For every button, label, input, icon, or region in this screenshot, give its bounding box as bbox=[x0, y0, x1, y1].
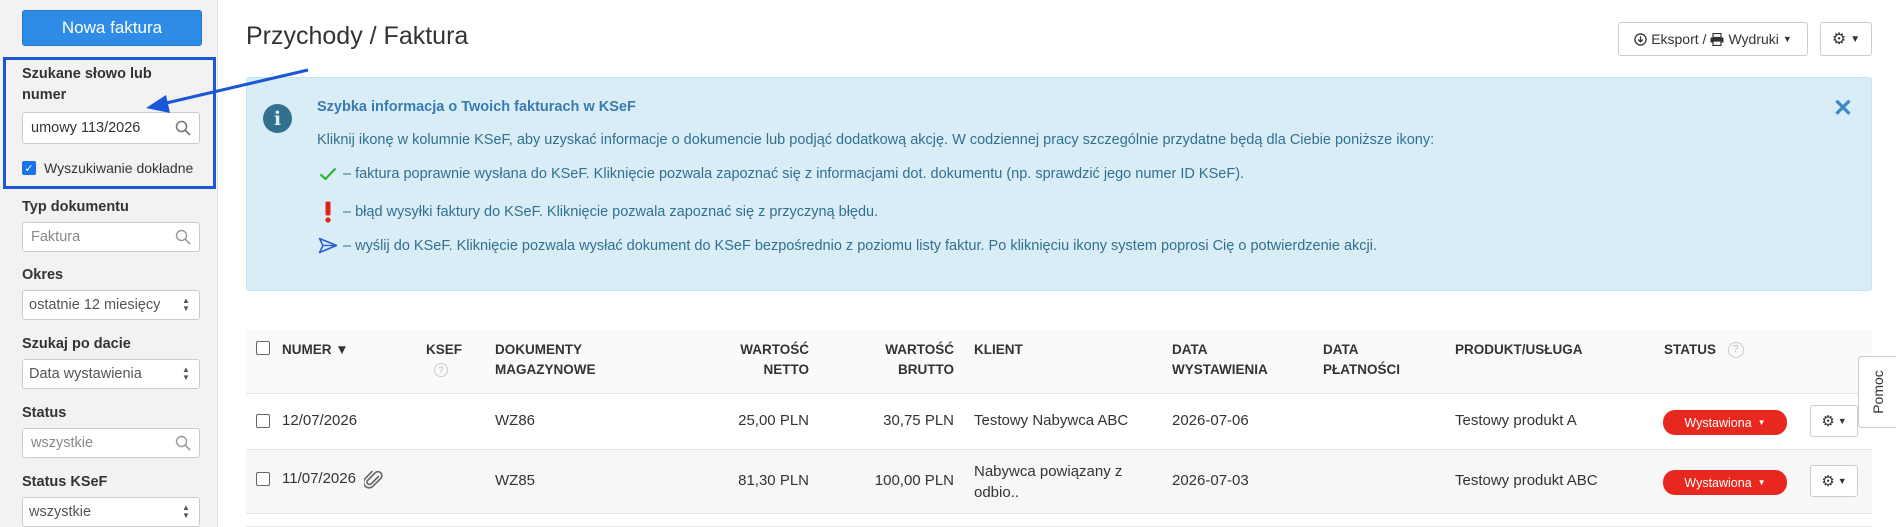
caret-down-icon: ▼ bbox=[1757, 478, 1766, 487]
date-search-label: Szukaj po dacie bbox=[22, 336, 131, 352]
column-ksef: KSEF ? bbox=[426, 342, 463, 378]
info-line-error: – błąd wysyłki faktury do KSeF. Kliknięc… bbox=[317, 201, 878, 223]
doc-type-label: Typ dokumentu bbox=[22, 199, 129, 215]
cell-brutto: 100,00 PLN bbox=[874, 472, 954, 489]
row-actions-button[interactable]: ⚙ ▼ bbox=[1810, 405, 1858, 437]
table-row[interactable]: 12/07/2026 WZ86 25,00 PLN 30,75 PLN Test… bbox=[246, 394, 1872, 450]
period-select[interactable]: ostatnie 12 miesięcy ▲ ▼ bbox=[22, 290, 200, 320]
date-search-select[interactable]: Data wystawienia ▲ ▼ bbox=[22, 359, 200, 389]
table-header: NUMER ▼ KSEF ? DOKUMENTY MAGAZYNOWE WARTO… bbox=[246, 330, 1872, 394]
status-label: Status bbox=[22, 405, 67, 421]
status-dropdown-button[interactable]: Wystawiona ▼ bbox=[1663, 470, 1787, 495]
column-dokumenty: DOKUMENTY MAGAZYNOWE bbox=[495, 342, 596, 377]
cell-dokumenty[interactable]: WZ85 bbox=[495, 472, 535, 489]
cell-data-wystawienia: 2026-07-03 bbox=[1172, 472, 1249, 489]
download-icon bbox=[1634, 32, 1647, 46]
cell-klient[interactable]: Testowy Nabywca ABC bbox=[974, 412, 1128, 429]
gear-icon: ⚙ bbox=[1821, 413, 1835, 430]
column-netto[interactable]: WARTOŚĆ NETTO bbox=[666, 340, 809, 380]
caret-down-icon: ▼ bbox=[1837, 416, 1847, 426]
select-arrows-icon: ▲ ▼ bbox=[182, 365, 190, 382]
gear-icon: ⚙ bbox=[1831, 31, 1847, 48]
select-arrows-icon: ▲ ▼ bbox=[182, 503, 190, 520]
caret-down-icon: ▼ bbox=[1850, 33, 1861, 45]
search-icon bbox=[175, 229, 191, 245]
new-invoice-button[interactable]: Nowa faktura bbox=[22, 10, 202, 46]
search-icon[interactable] bbox=[175, 120, 191, 136]
info-intro: Kliknij ikonę w kolumnie KSeF, aby uzysk… bbox=[317, 132, 1435, 148]
table-row[interactable] bbox=[246, 514, 1872, 527]
column-data-platnosci[interactable]: DATA PŁATNOŚCI bbox=[1323, 340, 1400, 380]
info-title: Szybka informacja o Twoich fakturach w K… bbox=[317, 99, 636, 115]
cell-produkt: Testowy produkt ABC bbox=[1455, 472, 1598, 489]
period-label: Okres bbox=[22, 267, 64, 283]
ksef-status-label: Status KSeF bbox=[22, 474, 108, 490]
print-icon bbox=[1710, 32, 1724, 46]
cell-numer[interactable]: 11/07/2026 bbox=[282, 470, 356, 487]
help-icon[interactable]: ? bbox=[1727, 342, 1744, 359]
column-klient[interactable]: KLIENT bbox=[974, 340, 1023, 360]
caret-down-icon: ▼ bbox=[1782, 34, 1792, 44]
table-row[interactable]: 11/07/2026 WZ85 81,30 PLN 100,00 PLN Nab… bbox=[246, 450, 1872, 514]
doc-type-field[interactable]: Faktura bbox=[22, 222, 200, 252]
status-dropdown-button[interactable]: Wystawiona ▼ bbox=[1663, 410, 1787, 435]
cell-brutto: 30,75 PLN bbox=[883, 412, 954, 429]
cell-produkt: Testowy produkt A bbox=[1455, 412, 1577, 429]
info-line-send: – wyślij do KSeF. Kliknięcie pozwala wys… bbox=[317, 237, 1377, 254]
status-field[interactable]: wszystkie bbox=[22, 428, 200, 458]
column-status: STATUS ? bbox=[1664, 340, 1744, 360]
search-label: Szukane słowo lub numer bbox=[22, 66, 152, 103]
row-checkbox[interactable] bbox=[256, 414, 270, 428]
settings-button[interactable]: ⚙ ▼ bbox=[1820, 22, 1872, 56]
checkmark-icon bbox=[319, 167, 337, 181]
help-icon[interactable]: ? bbox=[434, 363, 448, 378]
exclamation-icon bbox=[325, 201, 331, 223]
checkbox-checked-icon[interactable]: ✓ bbox=[22, 161, 36, 175]
help-tab[interactable]: Pomoc bbox=[1858, 356, 1896, 428]
close-icon[interactable]: ✕ bbox=[1833, 94, 1853, 123]
info-icon: i bbox=[263, 104, 292, 133]
export-print-button[interactable]: Eksport / Wydruki ▼ bbox=[1618, 22, 1808, 56]
cell-netto: 25,00 PLN bbox=[738, 412, 809, 429]
info-line-ok: – faktura poprawnie wysłana do KSeF. Kli… bbox=[317, 166, 1244, 182]
cell-data-wystawienia: 2026-07-06 bbox=[1172, 412, 1249, 429]
page-title: Przychody / Faktura bbox=[246, 22, 469, 50]
row-actions-button[interactable]: ⚙ ▼ bbox=[1810, 465, 1858, 497]
column-brutto[interactable]: WARTOŚĆ BRUTTO bbox=[811, 340, 954, 380]
ksef-info-panel: i ✕ Szybka informacja o Twoich fakturach… bbox=[246, 77, 1872, 291]
cell-netto: 81,30 PLN bbox=[738, 472, 809, 489]
column-produkt: PRODUKT/USŁUGA bbox=[1455, 342, 1583, 357]
column-data-wystawienia[interactable]: DATA WYSTAWIENIA bbox=[1172, 340, 1268, 380]
ksef-status-select[interactable]: wszystkie ▲ ▼ bbox=[22, 497, 200, 527]
gear-icon: ⚙ bbox=[1821, 473, 1835, 490]
row-checkbox[interactable] bbox=[256, 472, 270, 486]
cell-klient[interactable]: Nabywca powiązany z odbio.. bbox=[974, 461, 1122, 503]
caret-down-icon: ▼ bbox=[1837, 476, 1847, 486]
paperclip-icon[interactable] bbox=[364, 470, 384, 490]
cell-numer[interactable]: 12/07/2026 bbox=[282, 412, 357, 429]
sidebar: Nowa faktura Szukane słowo lub numer umo… bbox=[0, 0, 218, 527]
caret-down-icon: ▼ bbox=[1757, 418, 1766, 427]
send-icon bbox=[318, 237, 338, 254]
search-icon bbox=[175, 435, 191, 451]
select-arrows-icon: ▲ ▼ bbox=[182, 296, 190, 313]
search-input[interactable]: umowy 113/2026 bbox=[22, 112, 200, 144]
exact-search-checkbox[interactable]: ✓ Wyszukiwanie dokładne bbox=[22, 160, 193, 176]
cell-dokumenty[interactable]: WZ86 bbox=[495, 412, 535, 429]
select-all-checkbox[interactable] bbox=[256, 341, 270, 355]
column-numer[interactable]: NUMER ▼ bbox=[282, 340, 349, 360]
